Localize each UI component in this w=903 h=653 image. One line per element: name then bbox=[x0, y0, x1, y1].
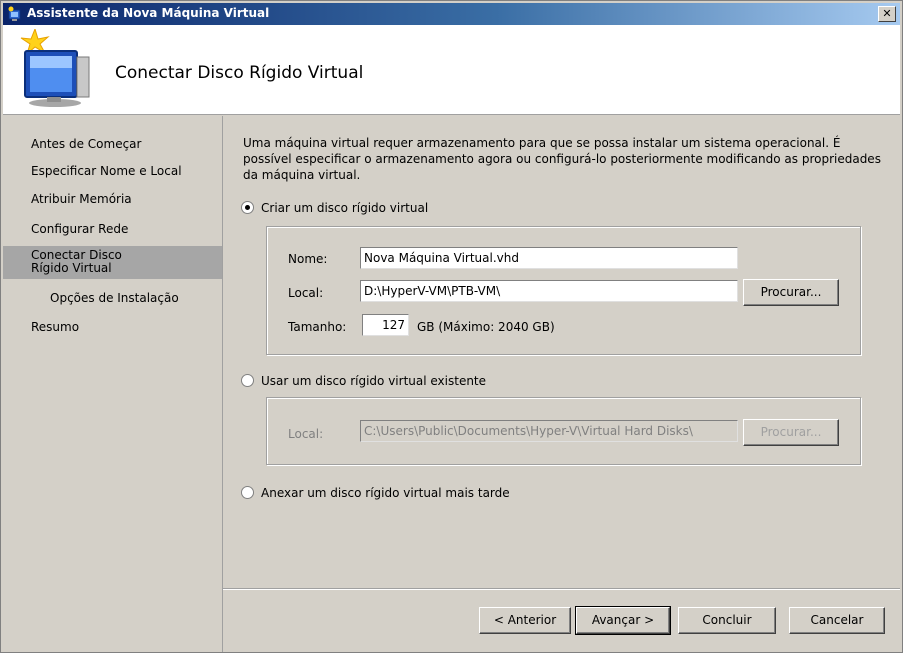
close-button[interactable]: ✕ bbox=[878, 6, 896, 22]
existing-vhd-group: Local: C:\Users\Public\Documents\Hyper-V… bbox=[266, 397, 861, 465]
existing-vhd-label: Usar um disco rígido virtual existente bbox=[261, 374, 487, 388]
sidebar-item-configurar-rede[interactable]: Configurar Rede bbox=[3, 222, 222, 236]
browse-button[interactable]: Procurar... bbox=[743, 279, 839, 306]
size-input[interactable]: 127 bbox=[362, 314, 409, 336]
attach-later-label: Anexar um disco rígido virtual mais tard… bbox=[261, 486, 510, 500]
footer-separator bbox=[223, 588, 900, 590]
existing-location-label: Local: bbox=[288, 427, 324, 441]
description-text: Uma máquina virtual requer armazenamento… bbox=[243, 136, 881, 182]
existing-vhd-radio[interactable] bbox=[241, 374, 254, 387]
page-title: Conectar Disco Rígido Virtual bbox=[115, 63, 364, 83]
sidebar-item-opcoes-instalacao[interactable]: Opções de Instalação bbox=[3, 291, 222, 305]
next-button[interactable]: Avançar > bbox=[575, 606, 671, 635]
sidebar-item-antes-de-comecar[interactable]: Antes de Começar bbox=[3, 137, 222, 151]
existing-location-input[interactable]: C:\Users\Public\Documents\Hyper-V\Virtua… bbox=[360, 420, 738, 442]
window-title: Assistente da Nova Máquina Virtual bbox=[27, 6, 270, 20]
wizard-steps-sidebar: Antes de Começar Especificar Nome e Loca… bbox=[3, 116, 223, 652]
create-vhd-option[interactable]: Criar um disco rígido virtual bbox=[241, 201, 428, 215]
name-label: Nome: bbox=[288, 252, 328, 266]
attach-later-option[interactable]: Anexar um disco rígido virtual mais tard… bbox=[241, 486, 510, 500]
existing-vhd-option[interactable]: Usar um disco rígido virtual existente bbox=[241, 374, 486, 388]
location-input[interactable]: D:\HyperV-VM\PTB-VM\ bbox=[360, 280, 738, 302]
wizard-window: Assistente da Nova Máquina Virtual ✕ Con… bbox=[0, 0, 903, 653]
name-input[interactable]: Nova Máquina Virtual.vhd bbox=[360, 247, 738, 269]
title-bar[interactable]: Assistente da Nova Máquina Virtual ✕ bbox=[3, 3, 900, 25]
finish-button[interactable]: Concluir bbox=[678, 607, 776, 634]
sidebar-item-resumo[interactable]: Resumo bbox=[3, 320, 222, 334]
wizard-header: Conectar Disco Rígido Virtual bbox=[3, 25, 900, 115]
location-label: Local: bbox=[288, 286, 324, 300]
create-vhd-group: Nome: Nova Máquina Virtual.vhd Local: D:… bbox=[266, 226, 861, 355]
create-vhd-label: Criar um disco rígido virtual bbox=[261, 201, 429, 215]
previous-button[interactable]: < Anterior bbox=[479, 607, 571, 634]
size-label: Tamanho: bbox=[288, 320, 347, 334]
cancel-button[interactable]: Cancelar bbox=[789, 607, 885, 634]
size-suffix: GB (Máximo: 2040 GB) bbox=[417, 320, 555, 334]
sidebar-item-especificar-nome[interactable]: Especificar Nome e Local bbox=[3, 164, 222, 178]
wizard-content: Uma máquina virtual requer armazenamento… bbox=[223, 116, 900, 652]
sidebar-item-conectar-disco-active[interactable]: Conectar Disco Rígido Virtual bbox=[3, 246, 222, 279]
hyper-v-app-icon bbox=[8, 6, 21, 21]
attach-later-radio[interactable] bbox=[241, 486, 254, 499]
virtual-machine-wizard-icon bbox=[20, 29, 90, 107]
create-vhd-radio[interactable] bbox=[241, 201, 254, 214]
existing-browse-button[interactable]: Procurar... bbox=[743, 419, 839, 446]
sidebar-item-atribuir-memoria[interactable]: Atribuir Memória bbox=[3, 192, 222, 206]
